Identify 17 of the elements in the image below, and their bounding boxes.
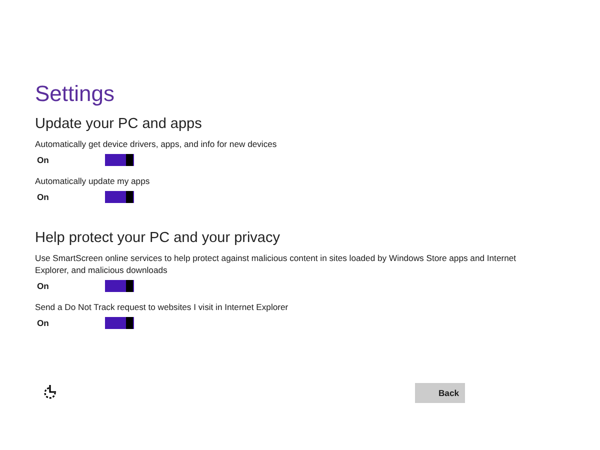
- toggle-state-label: On: [36, 154, 50, 166]
- section-heading: Help protect your PC and your privacy: [35, 229, 281, 248]
- toggle-switch[interactable]: [105, 191, 134, 203]
- toggle-switch[interactable]: [105, 317, 134, 329]
- toggle-switch[interactable]: [105, 280, 134, 292]
- setting-description: Use SmartScreen online services to help protect against malicious content in sites loaded by Windows Store apps and Internet Explorer, and malicious downloads: [35, 252, 518, 276]
- setting-description: Automatically get device drivers, apps, and info for new devices: [35, 138, 278, 150]
- toggle-state-label: On: [36, 190, 50, 204]
- page-title: Settings: [35, 80, 116, 108]
- setting-description: Automatically update my apps: [35, 175, 151, 187]
- toggle-switch[interactable]: [105, 154, 134, 166]
- toggle-state-label: On: [36, 316, 50, 330]
- back-button[interactable]: Back: [415, 383, 465, 403]
- ease-of-access-icon[interactable]: [42, 384, 58, 400]
- toggle-state-label: On: [36, 280, 50, 292]
- section-heading: Update your PC and apps: [35, 115, 203, 134]
- setting-description: Send a Do Not Track request to websites I visit in Internet Explorer: [35, 301, 290, 313]
